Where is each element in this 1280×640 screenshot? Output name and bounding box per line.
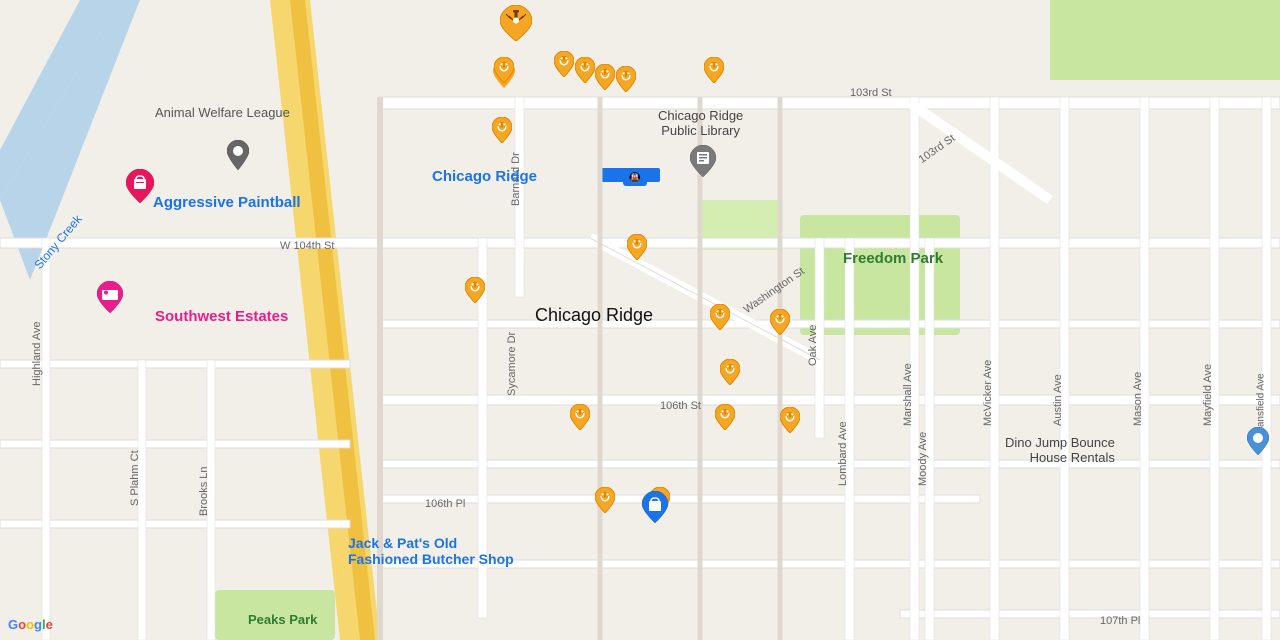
street-label-lombard: Lombard Ave [837,421,849,486]
street-label-106th: 106th St [660,400,701,412]
street-label-austin: Austin Ave [1052,374,1064,426]
tower-pin[interactable] [616,66,636,97]
peaks-park-label: Peaks Park [248,612,317,627]
street-label-oak: Oak Ave [807,325,819,366]
tower-pin[interactable] [710,304,730,335]
tower-pin[interactable] [720,359,740,390]
jack-pats-label: Jack & Pat's OldFashioned Butcher Shop [348,535,514,567]
street-label-103rd: 103rd St [850,87,892,99]
chicago-ridge-station-label: Chicago Ridge [432,168,537,185]
place-pin-library[interactable] [690,145,716,182]
street-label-highland: Highland Ave [31,321,43,386]
dino-jump-label: Dino Jump BounceHouse Rentals [1005,435,1115,465]
street-label-mason: Mason Ave [1132,372,1144,426]
freedom-park-label: Freedom Park [843,250,943,267]
aggressive-paintball-pin[interactable] [126,169,154,208]
street-label-106th-pl: 106th Pl [425,498,465,510]
tower-pin[interactable] [575,57,595,88]
place-pin-gray[interactable] [227,140,249,175]
street-label-marshall: Marshall Ave [902,363,914,426]
svg-text:🚇: 🚇 [629,171,641,184]
animal-welfare-label: Animal Welfare League [155,105,290,120]
tower-pin[interactable] [715,404,735,435]
tower-pin[interactable] [492,117,512,148]
tower-pin[interactable] [570,404,590,435]
tower-pin[interactable] [595,487,615,518]
chicago-ridge-label: Chicago Ridge [535,305,653,326]
street-label-moody: Moody Ave [917,432,929,486]
map-container: 103rd St W 104th St 106th St 106th Pl 10… [0,0,1280,640]
tower-pin[interactable] [627,234,647,265]
station-pin[interactable]: 🚇 [623,168,647,191]
street-label-mcvicker: McVicker Ave [982,360,994,426]
google-logo: Google [8,617,53,632]
library-label: Chicago RidgePublic Library [658,108,743,138]
logo-pin [500,5,532,46]
dino-jump-pin[interactable] [1247,427,1269,460]
aggressive-paintball-label: Aggressive Paintball [153,194,301,211]
street-label-107th-pl: 107th Pl [1100,615,1140,627]
tower-pin[interactable] [554,51,574,82]
tower-pin[interactable] [494,57,514,88]
street-label-sycamore: Sycamore Dr [506,332,518,396]
jack-pats-pin[interactable] [642,491,668,528]
southwest-estates-pin[interactable] [97,281,123,318]
tower-pin[interactable] [780,407,800,438]
street-label-brooks: Brooks Ln [198,466,210,516]
tower-pin[interactable] [465,277,485,308]
southwest-estates-label: Southwest Estates [155,308,288,325]
street-label-plahm: S Plahm Ct [129,450,141,506]
tower-pin[interactable] [704,57,724,88]
street-label-104th: W 104th St [280,240,334,252]
street-label-mayfield: Mayfield Ave [1202,364,1214,426]
tower-pin[interactable] [770,309,790,340]
tower-pin[interactable] [595,64,615,95]
